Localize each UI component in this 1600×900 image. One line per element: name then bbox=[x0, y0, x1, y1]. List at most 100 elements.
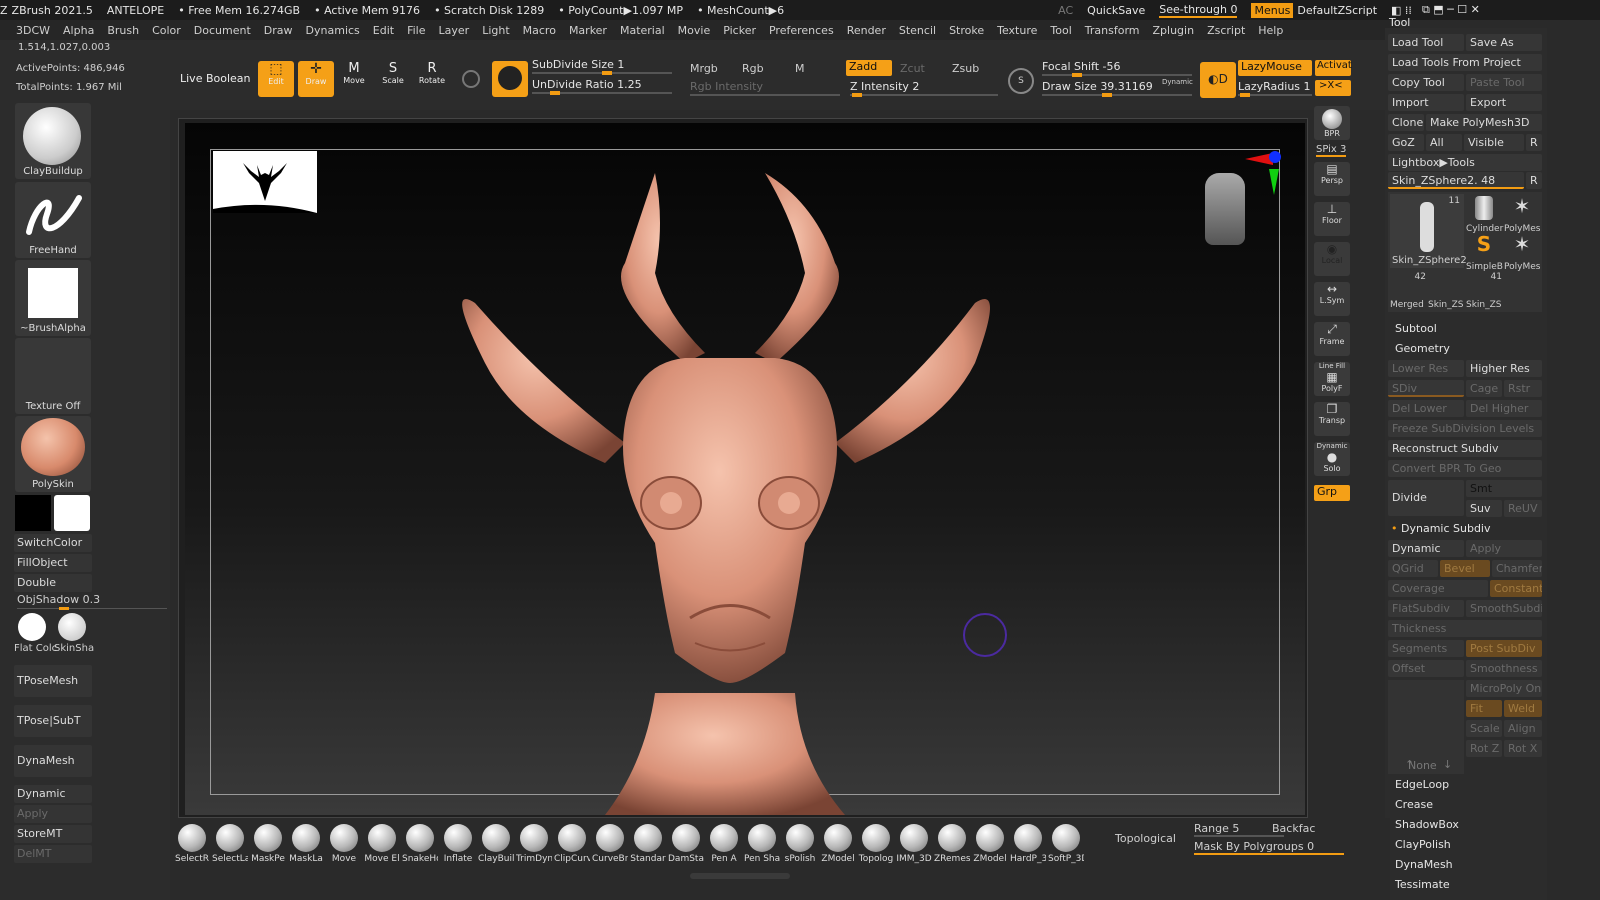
goz-visible-button[interactable]: Visible bbox=[1464, 134, 1524, 151]
offset-slider[interactable]: Offset bbox=[1388, 660, 1464, 677]
rotx-button[interactable]: Rot X bbox=[1504, 740, 1542, 757]
rotz-button[interactable]: Rot Z bbox=[1466, 740, 1502, 757]
goz-all-button[interactable]: All bbox=[1426, 134, 1462, 151]
micropoly-on-toggle[interactable]: MicroPoly On bbox=[1466, 680, 1542, 697]
menu-texture[interactable]: Texture bbox=[997, 24, 1037, 37]
menu-material[interactable]: Material bbox=[620, 24, 665, 37]
shelf-scrollbar[interactable] bbox=[690, 873, 790, 879]
menu-help[interactable]: Help bbox=[1258, 24, 1283, 37]
transp-button[interactable]: ❐ Transp bbox=[1314, 402, 1350, 436]
persp-button[interactable]: ▤ Persp bbox=[1314, 162, 1350, 196]
flatsubdiv-slider[interactable]: FlatSubdiv bbox=[1388, 600, 1464, 617]
lazyradius-slider[interactable]: LazyRadius 1 bbox=[1238, 78, 1312, 97]
divide-button[interactable]: Divide bbox=[1388, 480, 1464, 516]
texture-slot[interactable]: Texture Off bbox=[15, 338, 91, 414]
brush-shortcut[interactable]: DamSta bbox=[668, 824, 704, 864]
viewport[interactable] bbox=[185, 123, 1305, 815]
thumb-skin-zsphere[interactable]: 11 Skin_ZSphere2 bbox=[1390, 194, 1467, 268]
rgb-intensity-slider[interactable]: Rgb Intensity bbox=[690, 78, 840, 96]
brush-shortcut[interactable]: IMM_3D bbox=[896, 824, 932, 864]
mrgb-button[interactable]: Mrgb bbox=[690, 62, 718, 75]
rotate-mode-button[interactable]: R Rotate bbox=[414, 61, 450, 97]
fillobject-button[interactable]: FillObject bbox=[14, 554, 92, 572]
dynamesh-button[interactable]: DynaMesh bbox=[14, 745, 92, 777]
menu-color[interactable]: Color bbox=[152, 24, 181, 37]
lower-res-button[interactable]: Lower Res bbox=[1388, 360, 1464, 377]
coverage-slider[interactable]: Coverage bbox=[1388, 580, 1488, 597]
frame-button[interactable]: ⤢ Frame bbox=[1314, 322, 1350, 356]
brush-shortcut[interactable]: SnakeHo bbox=[402, 824, 438, 864]
edit-mode-button[interactable]: ⬚ Edit bbox=[258, 61, 294, 97]
window-controls-icon[interactable]: ⧉ ⬒ ─ ☐ ✕ bbox=[1422, 3, 1480, 17]
undivide-ratio-slider[interactable]: UnDivide Ratio 1.25 bbox=[532, 76, 672, 95]
menu-picker[interactable]: Picker bbox=[723, 24, 756, 37]
backface-toggle[interactable]: Backfac bbox=[1272, 822, 1315, 835]
z-intensity-slider[interactable]: Z Intensity 2 bbox=[850, 78, 998, 97]
tpose-subt-button[interactable]: TPose|SubT bbox=[14, 705, 92, 737]
export-button[interactable]: Export bbox=[1466, 94, 1542, 111]
dynamic-size-toggle[interactable]: Dynamic bbox=[1162, 78, 1193, 86]
brush-shortcut[interactable]: Standar bbox=[630, 824, 666, 864]
chamfer-toggle[interactable]: Chamfer bbox=[1492, 560, 1542, 577]
storemt-button[interactable]: StoreMT bbox=[14, 825, 92, 843]
menu-3dcw[interactable]: 3DCW bbox=[16, 24, 50, 37]
topological-toggle[interactable]: Topological bbox=[1115, 832, 1176, 845]
constant-toggle[interactable]: Constant bbox=[1490, 580, 1542, 597]
brush-shortcut[interactable]: Pen Sha bbox=[744, 824, 780, 864]
brush-shortcut[interactable]: TrimDyn bbox=[516, 824, 552, 864]
menu-macro[interactable]: Macro bbox=[523, 24, 556, 37]
menu-brush[interactable]: Brush bbox=[107, 24, 139, 37]
menu-preferences[interactable]: Preferences bbox=[769, 24, 834, 37]
floor-button[interactable]: ⊥ Floor bbox=[1314, 202, 1350, 236]
suv-toggle[interactable]: Suv bbox=[1466, 500, 1502, 517]
sphere-outline-icon[interactable] bbox=[462, 70, 480, 88]
brush-shortcut[interactable]: Move El bbox=[364, 824, 400, 864]
make-polymesh3d-button[interactable]: Make PolyMesh3D bbox=[1426, 114, 1542, 131]
menu-file[interactable]: File bbox=[407, 24, 425, 37]
brush-shortcut[interactable]: SelectLa bbox=[212, 824, 248, 864]
dynamic-subdiv-header[interactable]: • Dynamic Subdiv bbox=[1391, 522, 1491, 535]
thumb-polymesh-2[interactable]: ✶ PolyMes bbox=[1504, 232, 1540, 272]
menu-alpha[interactable]: Alpha bbox=[63, 24, 94, 37]
activate-symmetry-button[interactable]: Activat bbox=[1315, 60, 1352, 76]
dynamesh-header[interactable]: DynaMesh bbox=[1395, 858, 1453, 871]
local-button[interactable]: ◉ Local bbox=[1314, 242, 1350, 276]
ds-apply-button[interactable]: Apply bbox=[1466, 540, 1542, 557]
freeze-subdiv-button[interactable]: Freeze SubDivision Levels bbox=[1388, 420, 1542, 437]
smt-toggle[interactable]: Smt bbox=[1466, 480, 1542, 497]
double-button[interactable]: Double bbox=[14, 574, 92, 592]
menu-marker[interactable]: Marker bbox=[569, 24, 607, 37]
focal-shift-slider[interactable]: Focal Shift -56 bbox=[1042, 58, 1192, 77]
fit-toggle[interactable]: Fit bbox=[1466, 700, 1502, 717]
shadowbox-header[interactable]: ShadowBox bbox=[1395, 818, 1459, 831]
cage-button[interactable]: Cage bbox=[1466, 380, 1502, 397]
align-toggle[interactable]: Align bbox=[1504, 720, 1542, 737]
stroke-symmetry-icon[interactable]: S bbox=[1008, 68, 1034, 94]
higher-res-button[interactable]: Higher Res bbox=[1466, 360, 1542, 377]
menu-layer[interactable]: Layer bbox=[439, 24, 470, 37]
x-symmetry-button[interactable]: >X< bbox=[1315, 80, 1351, 96]
menu-transform[interactable]: Transform bbox=[1085, 24, 1140, 37]
ds-dynamic-button[interactable]: Dynamic bbox=[1388, 540, 1464, 557]
rstr-button[interactable]: Rstr bbox=[1504, 380, 1542, 397]
bevel-toggle[interactable]: Bevel bbox=[1440, 560, 1490, 577]
reconstruct-subdiv-button[interactable]: Reconstruct Subdiv bbox=[1388, 440, 1542, 457]
scale-mode-button[interactable]: S Scale bbox=[375, 61, 411, 97]
micropoly-preview[interactable]: None bbox=[1388, 680, 1464, 774]
brush-shortcut[interactable]: ClipCurv bbox=[554, 824, 590, 864]
draw-mode-button[interactable]: ✛ Draw bbox=[298, 61, 334, 97]
brush-shortcut[interactable]: sPolish bbox=[782, 824, 818, 864]
copy-tool-button[interactable]: Copy Tool bbox=[1388, 74, 1464, 91]
subdivide-size-slider[interactable]: SubDivide Size 1 bbox=[532, 56, 672, 75]
move-mode-button[interactable]: M Move bbox=[336, 61, 372, 97]
menu-zplugin[interactable]: Zplugin bbox=[1153, 24, 1195, 37]
del-higher-button[interactable]: Del Higher bbox=[1466, 400, 1542, 417]
polyf-button[interactable]: Line Fill ▦ PolyF bbox=[1314, 362, 1350, 396]
brush-shortcut[interactable]: ClayBuil bbox=[478, 824, 514, 864]
menu-tool[interactable]: Tool bbox=[1050, 24, 1071, 37]
thumb-polymesh[interactable]: ✶ PolyMes bbox=[1504, 194, 1540, 234]
arrow-up-icon[interactable]: ↑ bbox=[1405, 758, 1414, 771]
load-tools-project-button[interactable]: Load Tools From Project bbox=[1388, 54, 1542, 71]
objshadow-slider[interactable]: ObjShadow 0.3 bbox=[17, 593, 167, 610]
bpr-button[interactable]: BPR bbox=[1314, 106, 1350, 140]
